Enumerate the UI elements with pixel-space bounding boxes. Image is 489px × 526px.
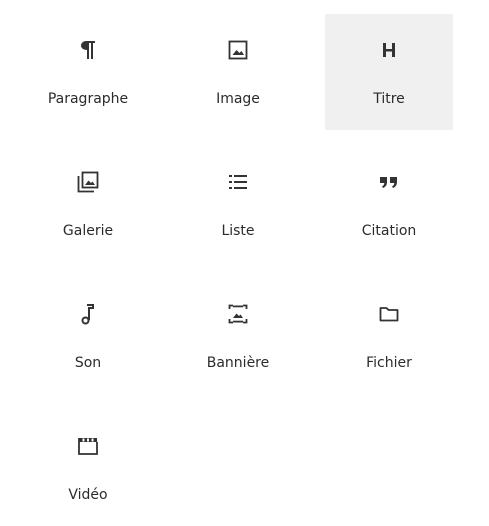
block-item-son[interactable]: Son bbox=[25, 278, 151, 394]
gallery-icon bbox=[74, 168, 102, 196]
block-inserter-grid: Paragraphe Image Titre Galerie Liste Cit… bbox=[25, 14, 469, 526]
block-item-fichier[interactable]: Fichier bbox=[325, 278, 453, 394]
block-item-banniere[interactable]: Bannière bbox=[175, 278, 301, 394]
block-item-video[interactable]: Vidéo bbox=[25, 410, 151, 526]
block-label-citation: Citation bbox=[361, 223, 417, 239]
block-label-image: Image bbox=[216, 91, 260, 107]
cover-icon bbox=[224, 300, 252, 328]
block-item-image[interactable]: Image bbox=[175, 14, 301, 130]
block-label-son: Son bbox=[74, 355, 102, 371]
block-item-liste[interactable]: Liste bbox=[175, 146, 301, 262]
block-item-citation[interactable]: Citation bbox=[325, 146, 453, 262]
video-icon bbox=[74, 432, 102, 460]
block-label-paragraphe: Paragraphe bbox=[47, 91, 129, 107]
quote-icon bbox=[375, 168, 403, 196]
paragraph-icon bbox=[74, 36, 102, 64]
block-label-banniere: Bannière bbox=[206, 355, 270, 371]
heading-icon bbox=[375, 36, 403, 64]
block-item-galerie[interactable]: Galerie bbox=[25, 146, 151, 262]
block-label-galerie: Galerie bbox=[62, 223, 114, 239]
block-label-liste: Liste bbox=[221, 223, 255, 239]
block-label-titre: Titre bbox=[373, 91, 405, 107]
audio-icon bbox=[74, 300, 102, 328]
file-icon bbox=[375, 300, 403, 328]
block-item-titre[interactable]: Titre bbox=[325, 14, 453, 130]
block-item-paragraphe[interactable]: Paragraphe bbox=[25, 14, 151, 130]
list-icon bbox=[224, 168, 252, 196]
block-label-fichier: Fichier bbox=[366, 355, 412, 371]
block-label-video: Vidéo bbox=[68, 487, 108, 503]
image-icon bbox=[224, 36, 252, 64]
